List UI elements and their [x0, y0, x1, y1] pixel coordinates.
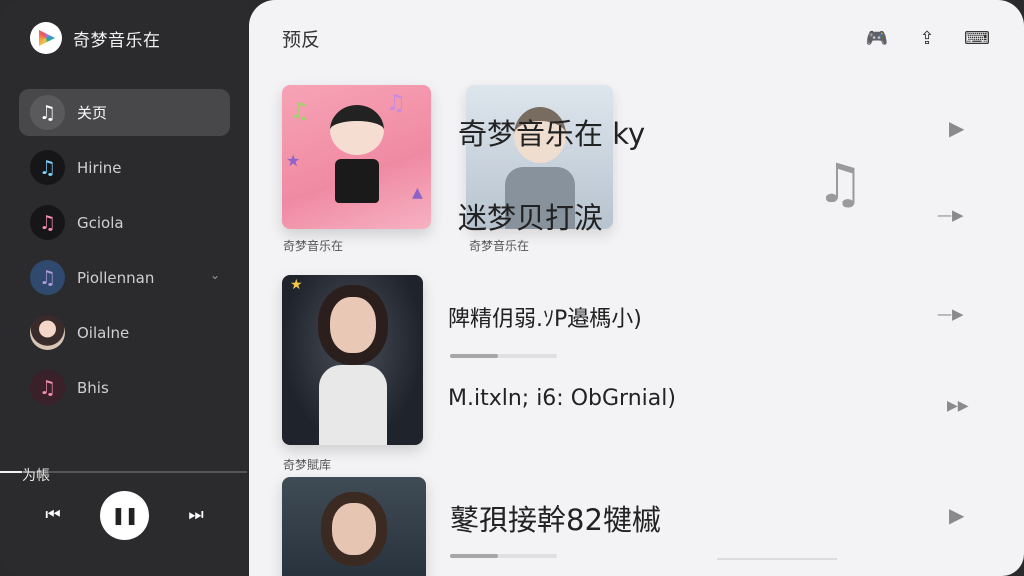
star-icon: ★ — [286, 151, 301, 170]
cover-caption: 奇梦音乐在 — [469, 239, 530, 253]
sidebar-item-label: Bhis — [77, 378, 109, 397]
pause-button[interactable]: ❚❚ — [100, 491, 149, 540]
character-illustration — [332, 503, 376, 555]
app-name: 奇梦音乐在 — [73, 30, 161, 51]
character-illustration — [329, 297, 376, 353]
star-icon: ★ — [290, 277, 303, 293]
sidebar-item-label: 关页 — [77, 104, 108, 122]
player-label: 为帳 — [22, 468, 50, 484]
cover-caption: 奇梦音乐在 — [283, 239, 344, 253]
music-note-icon: ♫ — [30, 260, 65, 295]
pause-icon: ❚❚ — [111, 505, 138, 526]
track-title[interactable]: 陴精仴弱.ｿP邉榪小) — [448, 301, 642, 333]
music-note-icon: ♫ — [30, 95, 65, 130]
music-note-icon: ♫ — [30, 370, 65, 405]
share-icon[interactable]: ⇪ — [914, 25, 940, 51]
sidebar-item-piollennan[interactable]: ♫ Piollennan ⌄ — [19, 254, 230, 301]
toolbar: 🎮 ⇪ ⌨ — [864, 25, 990, 51]
sidebar-nav: ♫ 关页 ♫ Hirine ♫ Gciola ♫ Piollennan ⌄ Oi… — [19, 89, 230, 419]
sidebar-item-hirine[interactable]: ♫ Hirine — [19, 144, 230, 191]
sidebar-item-label: Oilalne — [77, 323, 130, 342]
sidebar-item-label: Piollennan — [77, 268, 155, 287]
track-title[interactable]: 迷梦贝打涙 — [458, 195, 603, 237]
play-icon[interactable]: ▶ — [949, 503, 964, 527]
music-note-icon: ♫ — [816, 152, 865, 215]
play-icon[interactable]: —▶ — [937, 305, 964, 323]
sidebar-item-bhis[interactable]: ♫ Bhis — [19, 364, 230, 411]
play-icon[interactable]: ▶ — [949, 116, 964, 140]
star-icon: ▲ — [412, 185, 423, 201]
app-logo-icon — [30, 22, 62, 54]
character-illustration — [318, 365, 387, 445]
sidebar-item-gciola[interactable]: ♫ Gciola — [19, 199, 230, 246]
music-note-icon: ♫ — [30, 150, 65, 185]
brand[interactable]: 奇梦音乐在 — [30, 22, 161, 54]
album-cover[interactable] — [282, 477, 426, 576]
music-note-icon: ♫ — [290, 99, 310, 124]
divider — [717, 558, 837, 560]
main-panel: 预反 🎮 ⇪ ⌨ ♫ ♫ ★ ▲ 奇梦音乐在 奇梦音乐在 ★ 奇梦賦库 奇梦音乐… — [249, 0, 1024, 576]
sidebar-item-label: Gciola — [77, 213, 124, 232]
sidebar: 奇梦音乐在 ♫ 关页 ♫ Hirine ♫ Gciola ♫ Piollenna… — [0, 0, 249, 576]
track-progress-bar[interactable] — [450, 354, 557, 358]
music-note-icon: ♫ — [386, 91, 406, 116]
skip-next-icon[interactable]: ⏭ — [181, 500, 211, 530]
sidebar-item-oilalne[interactable]: Oilalne — [19, 309, 230, 356]
fast-forward-icon[interactable]: ▶▶ — [947, 398, 969, 414]
track-title[interactable]: 奇梦音乐在 ky — [458, 111, 645, 153]
character-illustration — [334, 159, 379, 203]
app-window: 奇梦音乐在 ♫ 关页 ♫ Hirine ♫ Gciola ♫ Piollenna… — [0, 0, 1024, 576]
cover-caption: 奇梦賦库 — [283, 458, 332, 472]
page-title: 预反 — [282, 29, 321, 51]
track-progress-bar[interactable] — [450, 554, 557, 558]
track-title[interactable]: M.itxln; i6: ObGrnial) — [448, 386, 676, 411]
sidebar-item-home[interactable]: ♫ 关页 — [19, 89, 230, 136]
avatar — [30, 315, 65, 350]
gamepad-icon[interactable]: 🎮 — [864, 25, 890, 51]
keyboard-icon[interactable]: ⌨ — [964, 25, 990, 51]
chevron-down-icon[interactable]: ⌄ — [210, 268, 220, 282]
sidebar-item-label: Hirine — [77, 158, 122, 177]
album-cover[interactable]: ★ — [282, 275, 423, 445]
character-illustration — [329, 105, 384, 155]
play-icon[interactable]: —▶ — [937, 206, 964, 224]
skip-previous-icon[interactable]: ⏮ — [38, 500, 68, 530]
music-note-icon: ♫ — [30, 205, 65, 240]
track-title[interactable]: 鼕孭接幹82犍槭 — [450, 497, 661, 539]
album-cover[interactable]: ♫ ♫ ★ ▲ — [282, 85, 431, 229]
